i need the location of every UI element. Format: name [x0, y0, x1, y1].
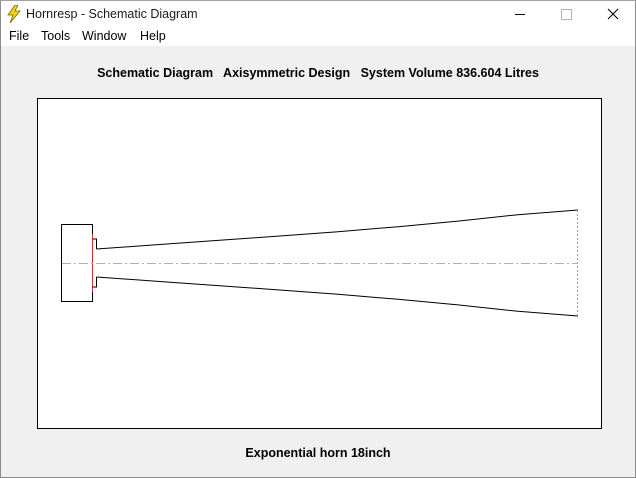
menu-file[interactable]: File: [9, 29, 29, 43]
minimize-icon: [515, 14, 525, 15]
menu-tools[interactable]: Tools: [41, 29, 70, 43]
horn-upper-wall: [96, 209, 579, 250]
diagram-footer: Exponential horn 18inch: [245, 446, 391, 460]
lightning-bolt-icon: [7, 5, 21, 23]
title-bar[interactable]: Hornresp - Schematic Diagram: [1, 1, 635, 27]
menu-help[interactable]: Help: [140, 29, 166, 43]
window-title: Hornresp - Schematic Diagram: [26, 7, 198, 21]
horn-schematic: [61, 209, 579, 317]
schematic-canvas: [37, 98, 602, 429]
maximize-button[interactable]: [543, 1, 589, 27]
maximize-icon: [561, 9, 572, 20]
close-icon: [607, 8, 619, 20]
close-button[interactable]: [589, 1, 635, 27]
app-window: Hornresp - Schematic Diagram File Tools …: [0, 0, 636, 478]
diagram-header: Schematic Diagram Axisymmetric Design Sy…: [97, 66, 539, 80]
menu-window[interactable]: Window: [82, 29, 126, 43]
horn-lower-wall: [96, 276, 579, 317]
minimize-button[interactable]: [497, 1, 543, 27]
throat-outline: [92, 238, 97, 288]
menu-bar: File Tools Window Help: [1, 27, 635, 46]
